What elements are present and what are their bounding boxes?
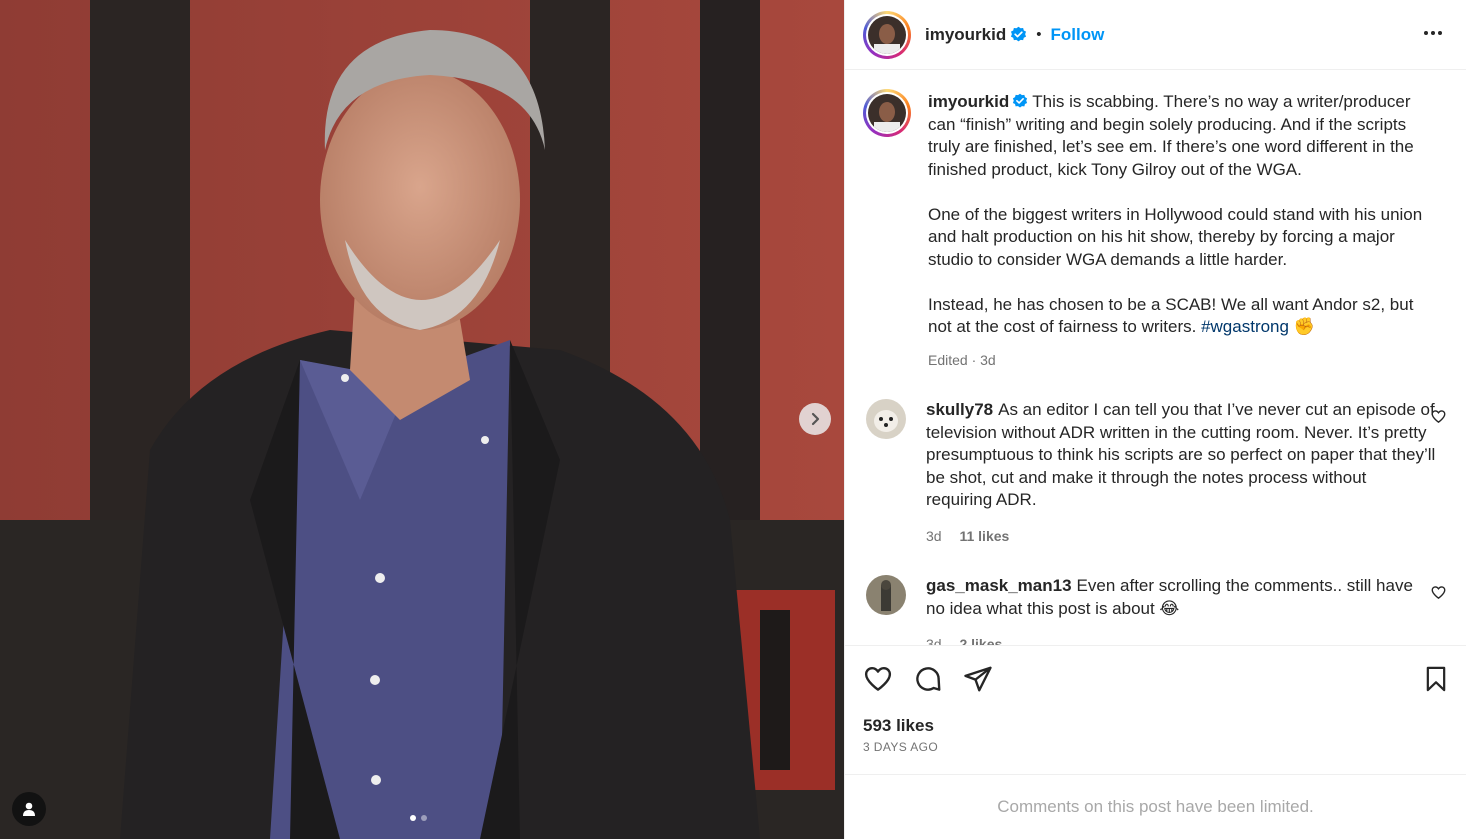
post-actions: 593 likes 3 DAYS AGO [845,645,1466,754]
comment-time: 3d [926,636,942,645]
commenter-avatar[interactable] [866,399,906,439]
share-button[interactable] [963,664,993,694]
post-media [0,0,844,839]
heart-icon [864,666,892,691]
avatar[interactable] [863,10,911,59]
verified-badge-icon [1011,26,1027,42]
verified-badge-icon [1013,93,1028,108]
comment-likes[interactable]: 2 likes [959,636,1002,645]
follow-button[interactable]: Follow [1051,25,1105,45]
caption-meta: Edited · 3d [928,351,996,368]
post-header: imyourkid • Follow [845,0,1466,70]
hashtag-link[interactable]: #wgastrong [1201,317,1289,336]
comment-time: 3d [926,527,942,544]
next-media-button[interactable] [799,403,831,435]
comment-button[interactable] [913,664,943,694]
more-options-icon[interactable] [1422,22,1444,44]
save-button[interactable] [1422,664,1450,699]
comments-limited-notice: Comments on this post have been limited. [845,774,1466,839]
post-side-panel: imyourkid • Follow imyourkid This is sca… [844,0,1466,839]
avatar-image [868,94,906,132]
likes-count[interactable]: 593 likes [863,716,1448,736]
separator: • [1036,26,1042,43]
carousel-dot [410,815,416,821]
paper-plane-icon [964,666,992,692]
post-photo [0,0,844,839]
carousel-dot [421,815,427,821]
avatar-image [868,15,906,54]
avatar[interactable] [863,89,911,137]
like-comment-heart-icon[interactable] [1431,585,1446,600]
like-button[interactable] [863,664,893,694]
comment-item: skully78 As an editor I can tell you that… [863,399,1448,547]
post-dialog: imyourkid • Follow imyourkid This is sca… [0,0,1466,839]
avatar-image [866,399,906,439]
post-timestamp[interactable]: 3 DAYS AGO [863,740,1448,754]
comment-likes[interactable]: 11 likes [959,528,1009,544]
chevron-right-icon [811,412,820,426]
caption-username[interactable]: imyourkid [928,92,1009,111]
bookmark-icon [1426,666,1446,692]
tagged-users-button[interactable] [12,792,46,826]
post-username[interactable]: imyourkid [925,25,1006,45]
avatar-image [866,575,906,615]
comment-username[interactable]: skully78 [926,400,993,419]
comment-text: As an editor I can tell you that I’ve ne… [926,400,1436,509]
user-icon [23,802,35,816]
caption-paragraph: One of the biggest writers in Hollywood … [928,204,1423,269]
comment-bubble-icon [916,667,941,691]
caption-paragraph: Instead, he has chosen to be a SCAB! We … [928,294,1414,337]
commenter-avatar[interactable] [866,575,906,615]
carousel-indicator [410,815,427,821]
caption: imyourkid This is scabbing. There’s no w… [863,89,1448,371]
fist-emoji: ✊ [1293,317,1315,336]
comment-item: gas_mask_man13 Even after scrolling the c… [863,575,1448,645]
comments-section[interactable]: imyourkid This is scabbing. There’s no w… [845,71,1466,645]
comment-username[interactable]: gas_mask_man13 [926,576,1072,595]
like-comment-heart-icon[interactable] [1431,409,1446,424]
